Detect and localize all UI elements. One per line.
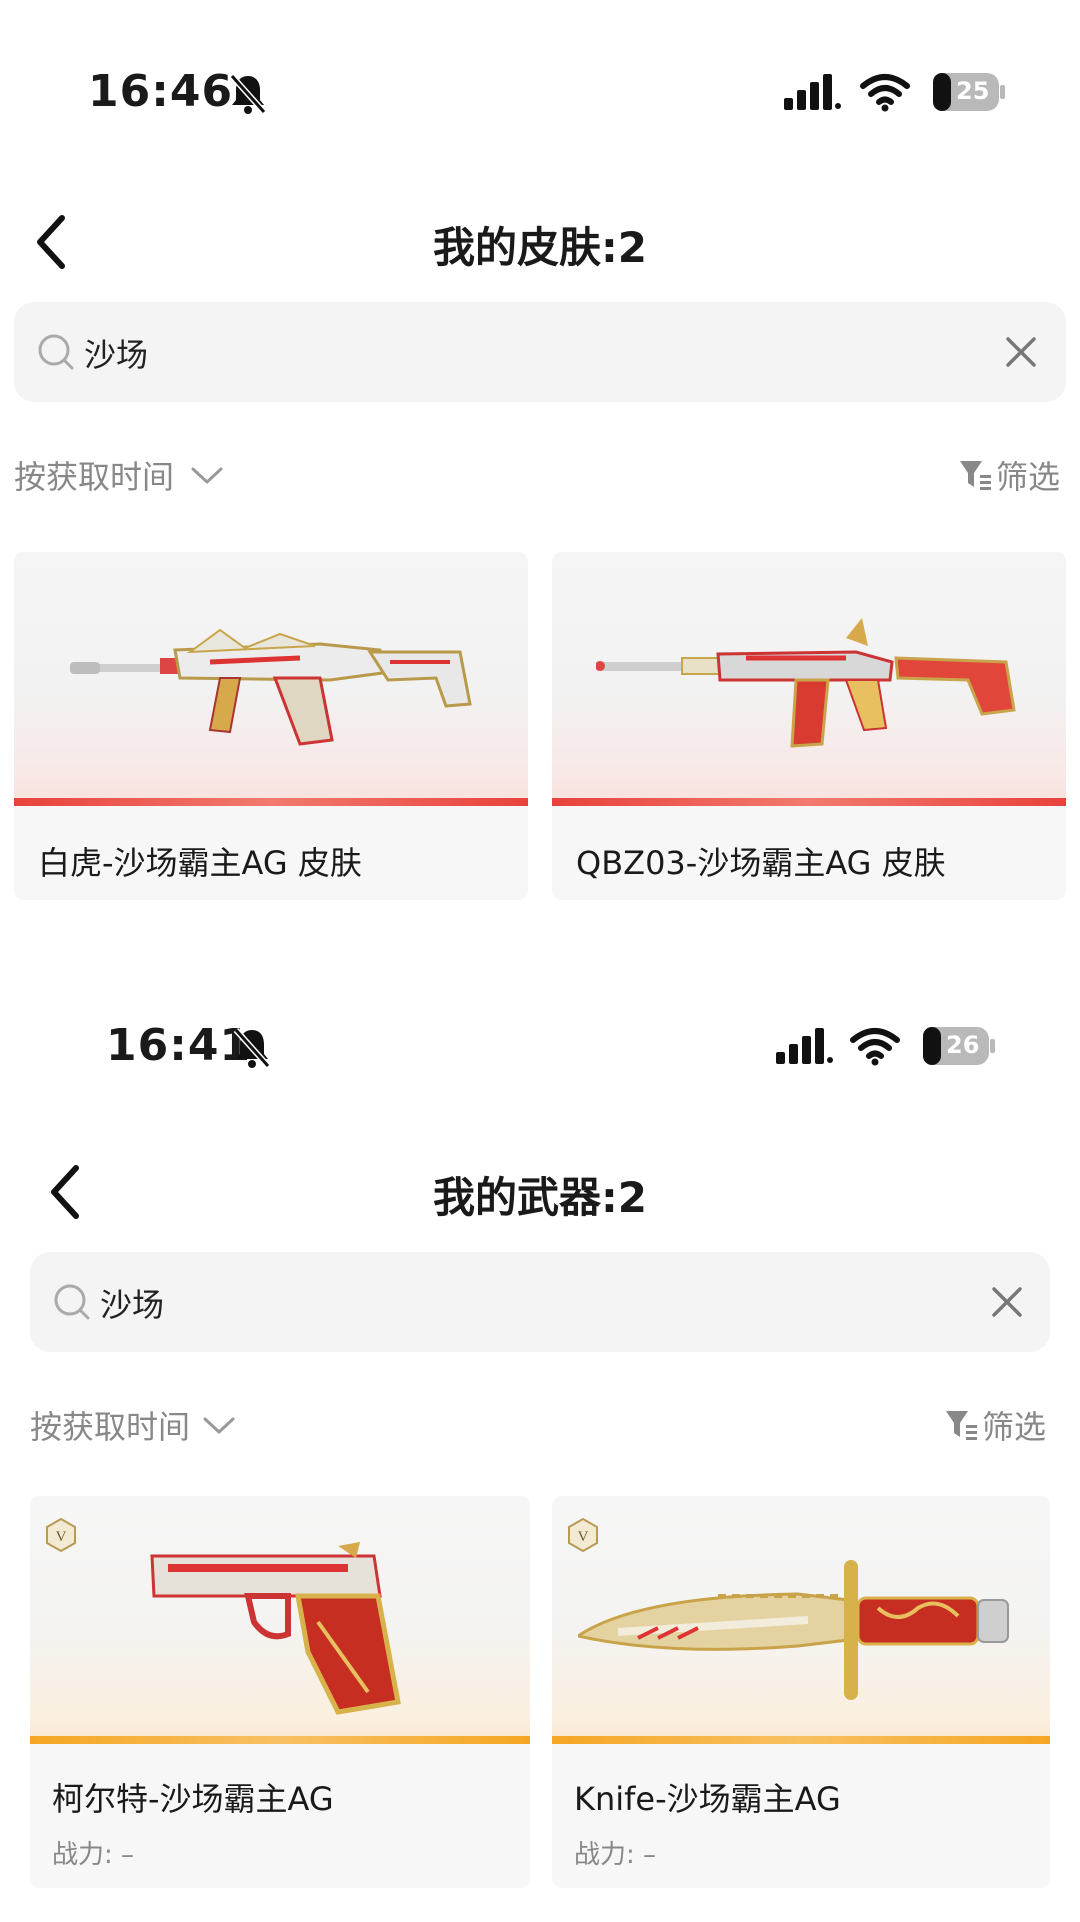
search-input[interactable]: 沙场 [84,330,148,376]
chevron-down-icon[interactable] [202,1416,236,1436]
page-title: 我的皮肤:2 [432,223,648,272]
sort-dropdown[interactable]: 按获取时间 [14,452,174,498]
filter-icon[interactable] [944,1407,978,1441]
wifi-icon [850,1028,900,1066]
bell-muted-icon [229,74,267,114]
rarity-line [30,1736,530,1744]
skin-card[interactable]: 白虎-沙场霸主AG 皮肤 [14,552,528,900]
skin-name: QBZ03-沙场霸主AG 皮肤 [576,844,946,882]
search-input[interactable]: 沙场 [100,1280,164,1326]
status-time: 16:46 [88,66,234,117]
weapon-card[interactable]: V Knife-沙场霸主AG 战力: – [552,1496,1050,1888]
v-badge-icon: V [46,1518,76,1552]
skin-card[interactable]: QBZ03-沙场霸主AG 皮肤 [552,552,1066,900]
weapon-card[interactable]: V 柯尔特-沙场霸主AG 战力: – [30,1496,530,1888]
skin-image [14,552,528,802]
weapon-name: 柯尔特-沙场霸主AG [52,1780,334,1818]
weapon-power: 战力: – [52,1840,135,1870]
knife-image [578,1560,1009,1700]
signal-icon [776,1028,833,1064]
skins-screen: 16:46 25 我的皮肤:2 沙场 按获取时间 筛选 白虎-沙场霸主AG 皮肤… [0,0,1080,950]
signal-icon [784,74,841,110]
nav-bar: 我的皮肤:2 [0,200,1080,280]
status-bar: 16:41 26 [0,1006,1080,1086]
skin-name: 白虎-沙场霸主AG 皮肤 [38,844,362,882]
pistol-image [150,1542,401,1715]
weapon-power: 战力: – [574,1840,657,1870]
rarity-line [14,798,528,806]
status-bar: 16:46 25 [0,52,1080,132]
clear-icon[interactable] [1004,335,1038,369]
skin-image [552,552,1066,802]
status-time: 16:41 [106,1020,252,1071]
svg-text:V: V [578,1529,589,1545]
page-title: 我的武器:2 [432,1173,648,1222]
chevron-down-icon[interactable] [190,466,224,486]
weapons-screen: 16:41 26 我的武器:2 沙场 按获取时间 筛选 V 柯尔特-沙场霸主AG… [0,950,1080,1922]
search-bar[interactable]: 沙场 [30,1252,1050,1352]
search-icon [38,334,74,370]
svg-text:V: V [56,1529,67,1545]
search-bar[interactable]: 沙场 [14,302,1066,402]
wifi-icon [860,74,910,112]
rarity-line [552,798,1066,806]
battery-level: 25 [956,77,990,105]
filter-icon[interactable] [958,457,992,491]
search-icon [54,1284,90,1320]
weapon-image: V [30,1496,530,1740]
nav-bar: 我的武器:2 [0,1150,1080,1230]
weapon-name: Knife-沙场霸主AG [574,1780,841,1818]
clear-icon[interactable] [990,1285,1024,1319]
weapon-image: V [552,1496,1050,1740]
rarity-line [552,1736,1050,1744]
battery-level: 26 [946,1031,980,1059]
rifle-image [70,628,472,746]
filter-button[interactable]: 筛选 [996,452,1060,498]
v-badge-icon: V [568,1518,598,1552]
filter-button[interactable]: 筛选 [982,1402,1046,1448]
sort-dropdown[interactable]: 按获取时间 [30,1402,190,1448]
bell-muted-icon [233,1028,271,1068]
rifle-image [596,618,1016,748]
